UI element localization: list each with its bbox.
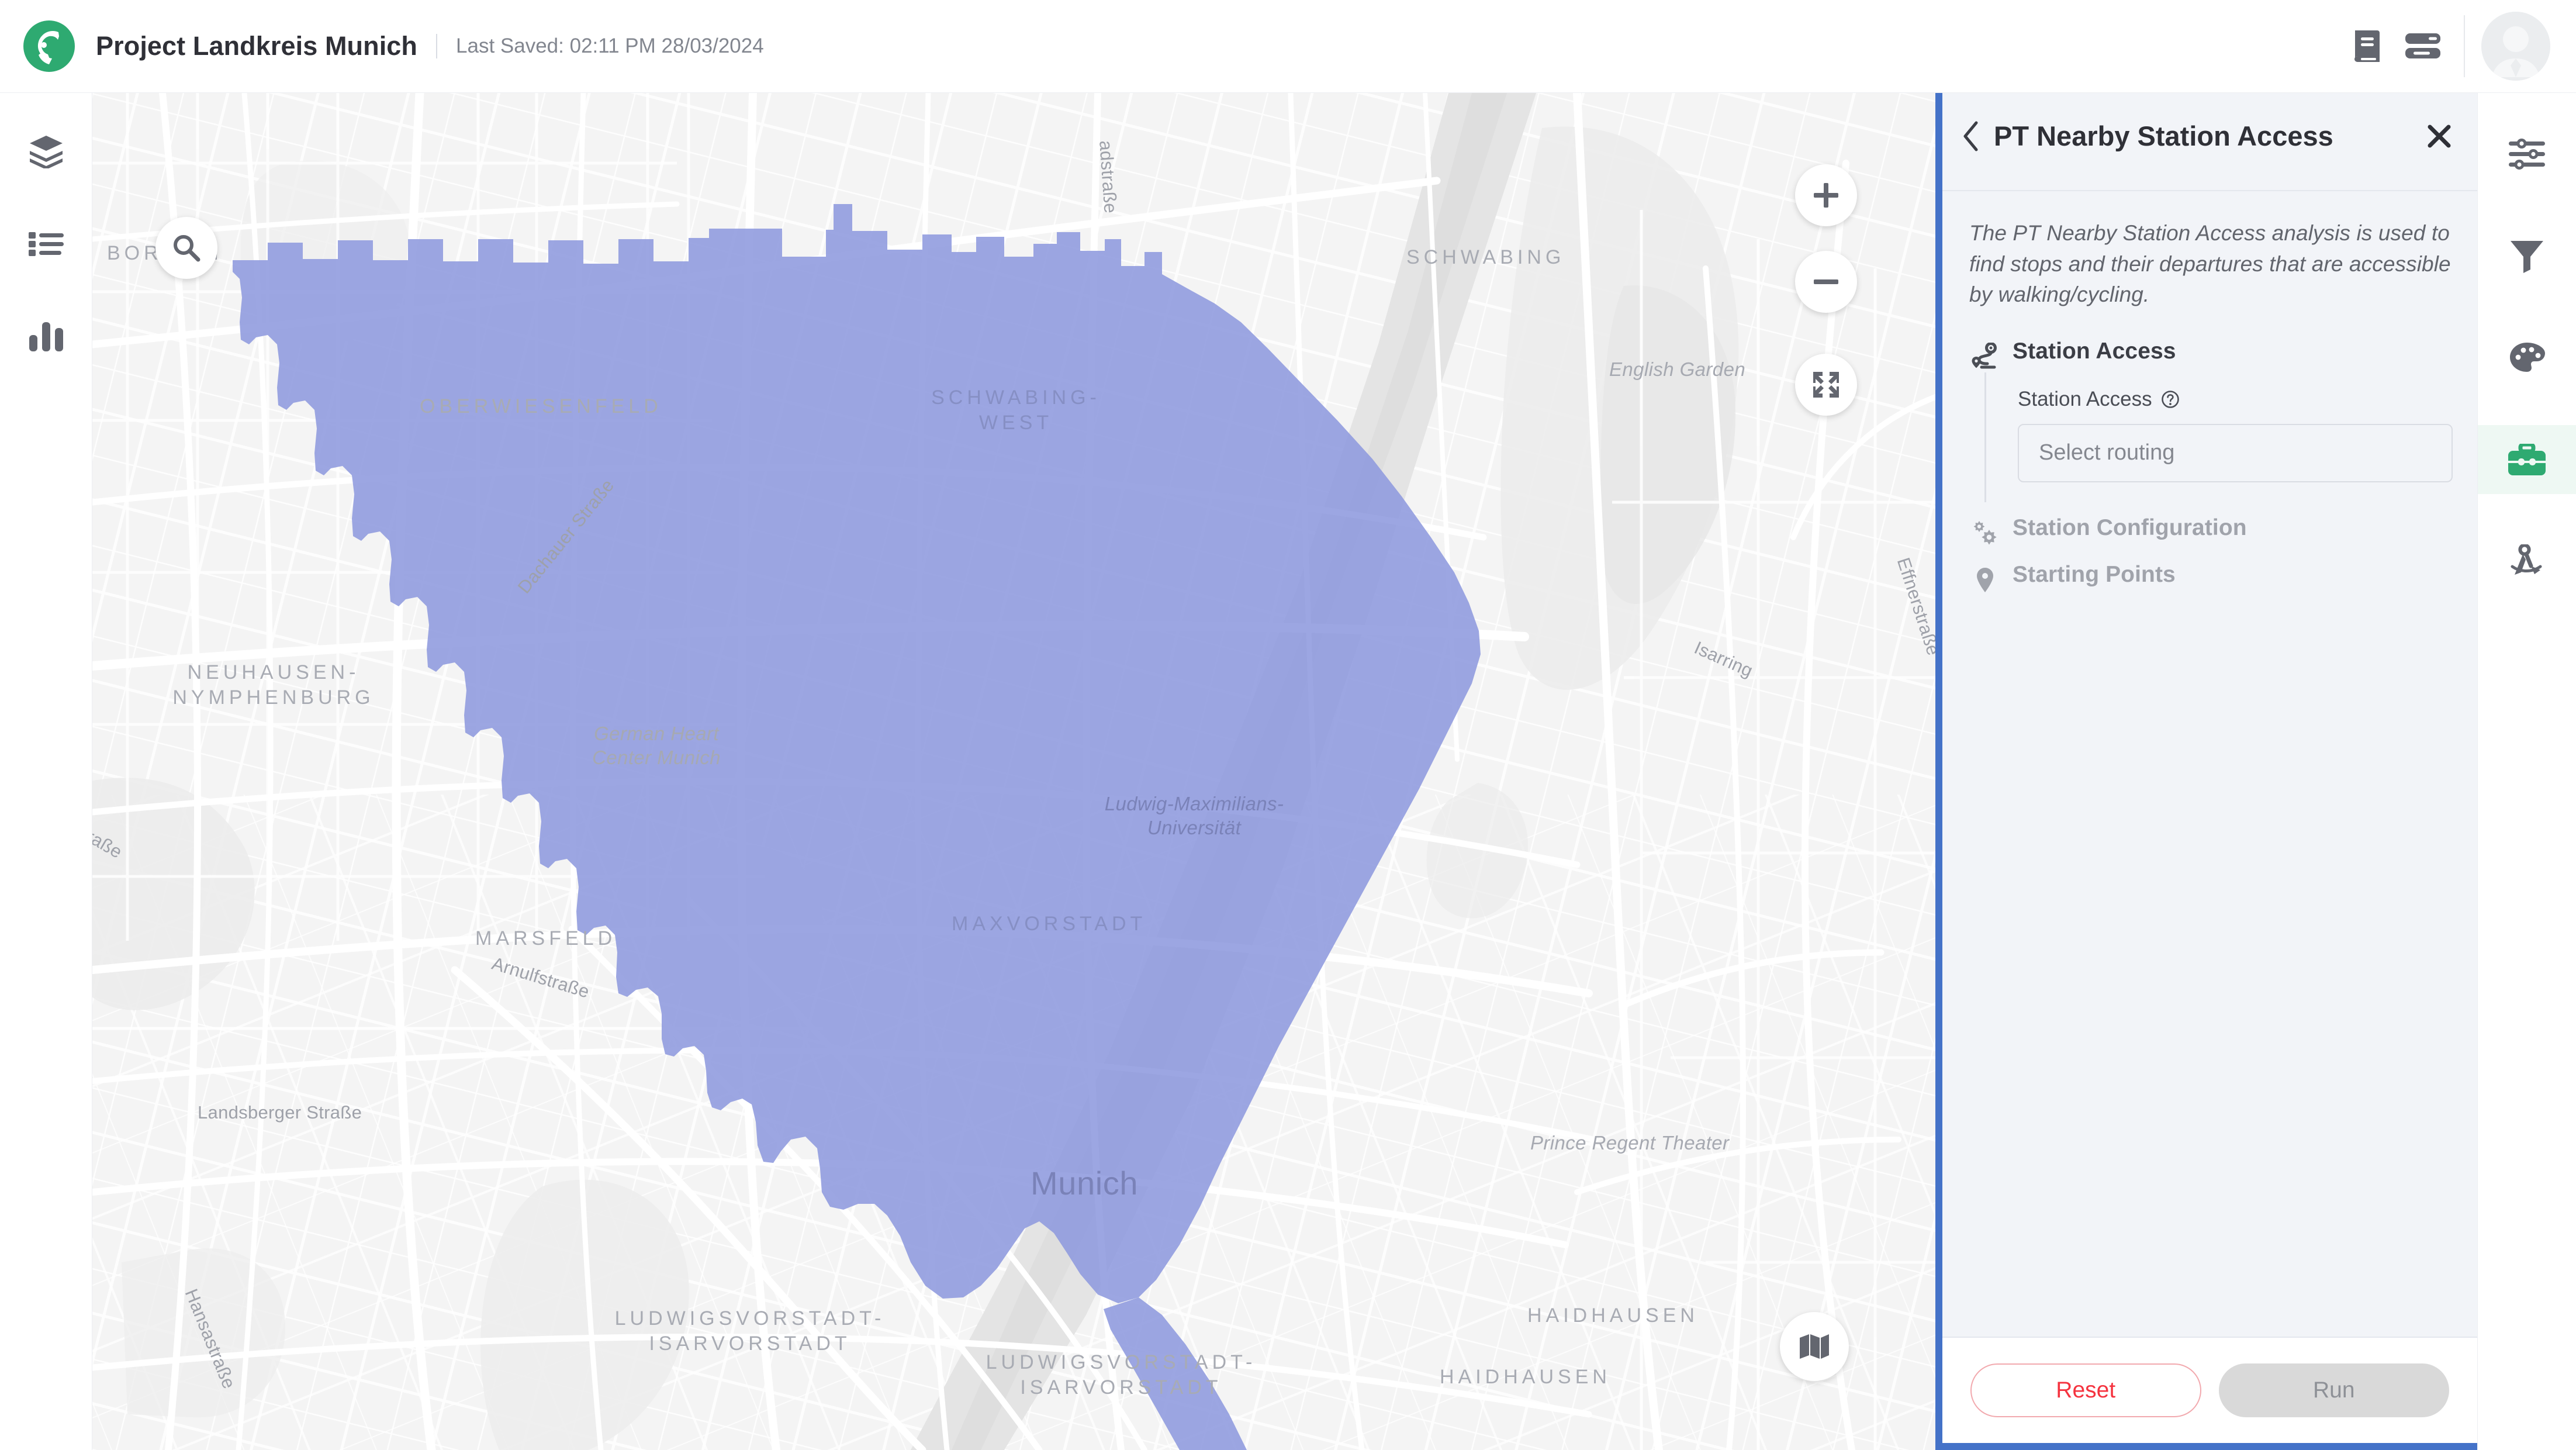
panel-section-starting-points[interactable]: Starting Points: [1969, 562, 2453, 596]
panel-section-station-access[interactable]: Station Access: [1969, 339, 2453, 372]
left-sidebar: [0, 93, 92, 1450]
sidebar-item-legend[interactable]: [12, 210, 80, 278]
map-basemap-button[interactable]: [1780, 1312, 1849, 1381]
station-access-field-label: Station Access: [2018, 388, 2453, 411]
plus-icon: [1812, 181, 1840, 209]
map-render: [92, 93, 1935, 1450]
map-canvas[interactable]: BORSTEI SCHWABING OBERWIESENFELD SCHWABI…: [92, 93, 1935, 1450]
panel-section-station-configuration[interactable]: Station Configuration: [1969, 515, 2453, 549]
right-sidebar: [2477, 93, 2576, 1450]
compass-drafting-icon: [2509, 544, 2545, 578]
field-label-text: Station Access: [2018, 387, 2152, 410]
station-access-select[interactable]: Select routing: [2018, 423, 2453, 482]
sidebar-item-layers[interactable]: [12, 118, 80, 185]
rail-item-scenario[interactable]: [2478, 527, 2576, 596]
sidebar-item-charts[interactable]: [12, 302, 80, 370]
run-button[interactable]: Run: [2218, 1363, 2449, 1417]
panel-body: The PT Nearby Station Access analysis is…: [1942, 191, 2477, 1337]
map-zoom-in-button[interactable]: [1795, 164, 1857, 226]
sliders-icon: [2509, 138, 2545, 171]
funnel-filter-icon: [2509, 239, 2544, 273]
panel-description: The PT Nearby Station Access analysis is…: [1969, 221, 2451, 307]
map-search-button[interactable]: [155, 217, 217, 279]
rail-item-toolbox[interactable]: [2477, 425, 2576, 494]
page-title: Project Landkreis Munich: [96, 31, 418, 61]
section-label: Station Configuration: [2013, 515, 2247, 540]
panel-title: PT Nearby Station Access: [1994, 120, 2333, 151]
panel-footer: Reset Run: [1942, 1337, 2477, 1443]
minus-icon: [1812, 268, 1840, 296]
map-folded-icon: [1799, 1332, 1830, 1361]
search-icon: [172, 234, 200, 262]
section-label: Station Access: [2013, 338, 2176, 364]
close-icon[interactable]: [2422, 119, 2456, 153]
map-fit-extent-button[interactable]: [1795, 354, 1857, 416]
map-zoom-out-button[interactable]: [1795, 251, 1857, 313]
section-label: Starting Points: [2013, 561, 2176, 587]
last-saved-label: Last Saved: 02:11 PM 28/03/2024: [456, 34, 764, 57]
toolbox-icon: [2508, 444, 2546, 475]
data-layers-icon[interactable]: [2395, 18, 2451, 74]
rail-item-properties[interactable]: [2478, 120, 2576, 189]
header-vertical-divider: [2464, 15, 2465, 77]
rail-item-style[interactable]: [2478, 323, 2576, 392]
chevron-left-icon[interactable]: [1955, 120, 1987, 152]
station-access-body: Station Access Select routing: [1984, 372, 2453, 502]
route-pins-icon: [1969, 341, 2001, 372]
reset-button[interactable]: Reset: [1970, 1363, 2201, 1417]
toolbox-panel: PT Nearby Station Access The PT Nearby S…: [1935, 75, 2477, 1450]
avatar[interactable]: [2481, 12, 2550, 81]
panel-header: PT Nearby Station Access: [1942, 82, 2477, 191]
map-pin-icon: [1969, 564, 2001, 596]
compress-arrows-icon: [1811, 370, 1841, 399]
gears-icon: [1969, 517, 2001, 549]
panel-sections-collapsed: Station Configuration Starting Points: [1969, 515, 2453, 596]
header-actions: [2339, 0, 2576, 92]
help-circle-icon[interactable]: [2160, 389, 2180, 409]
rail-item-filter[interactable]: [2478, 222, 2576, 291]
documentation-book-icon[interactable]: [2339, 18, 2395, 74]
header-divider: [436, 34, 438, 58]
select-placeholder: Select routing: [2039, 440, 2175, 465]
goat-logo-icon[interactable]: [22, 19, 76, 73]
app-header: Project Landkreis Munich Last Saved: 02:…: [0, 0, 2576, 93]
palette-icon: [2509, 341, 2545, 374]
